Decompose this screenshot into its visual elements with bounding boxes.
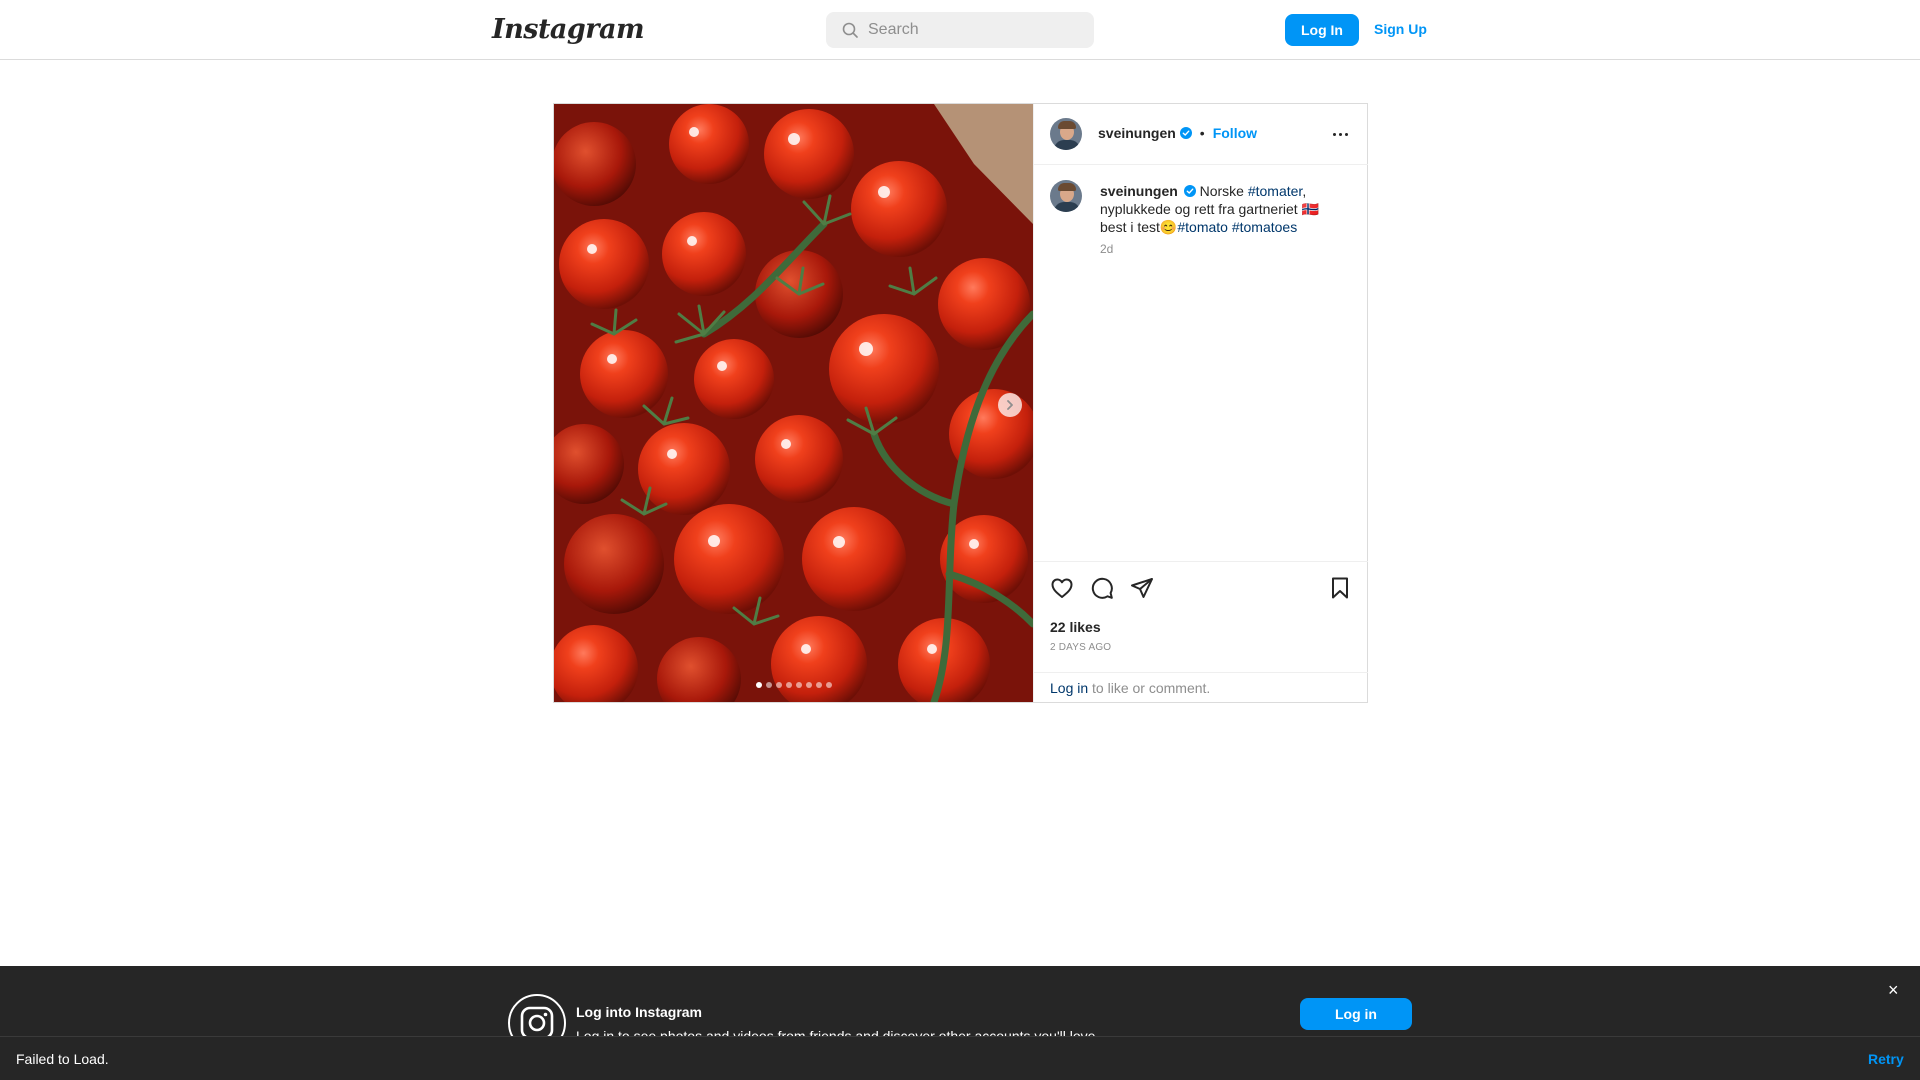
error-message: Failed to Load. — [16, 1051, 109, 1067]
share-icon[interactable] — [1130, 576, 1154, 600]
verified-badge-icon — [1179, 127, 1192, 139]
retry-button[interactable]: Retry — [1868, 1051, 1904, 1067]
hashtag-link[interactable]: #tomatoes — [1232, 219, 1297, 235]
carousel-dot — [776, 682, 782, 688]
comment-prompt-text: to like or comment. — [1088, 680, 1211, 696]
comment-icon[interactable] — [1090, 576, 1114, 600]
heart-icon[interactable] — [1050, 576, 1074, 600]
separator-dot: • — [1199, 125, 1205, 141]
comment-login-prompt: Log in to like or comment. — [1034, 672, 1368, 703]
search-icon — [842, 22, 858, 38]
more-icon — [1332, 132, 1336, 136]
login-button[interactable]: Log In — [1285, 14, 1359, 46]
likes-count[interactable]: 22 likes — [1050, 619, 1101, 635]
carousel-indicator — [756, 682, 832, 688]
author-username[interactable]: sveinungen — [1098, 125, 1176, 141]
avatar[interactable] — [1050, 118, 1082, 150]
hashtag-link[interactable]: #tomato — [1177, 219, 1228, 235]
carousel-next-button[interactable] — [998, 393, 1022, 417]
close-icon[interactable]: × — [1888, 980, 1899, 1001]
carousel-dot — [826, 682, 832, 688]
error-snackbar: Failed to Load. Retry — [0, 1036, 1920, 1080]
carousel-dot — [766, 682, 772, 688]
instagram-logo[interactable]: Instagram — [492, 14, 645, 45]
tomatoes-photo — [554, 104, 1033, 702]
carousel-dot — [816, 682, 822, 688]
carousel-dot — [786, 682, 792, 688]
post-card: sveinungen • Follow sveinungen Norske #t… — [553, 103, 1368, 703]
post-date[interactable]: 2 DAYS AGO — [1050, 642, 1111, 653]
post-media[interactable] — [554, 104, 1033, 702]
caption-text: Norske — [1199, 183, 1244, 199]
hashtag-link[interactable]: #tomater — [1248, 183, 1302, 199]
post-caption: sveinungen Norske #tomater, nyplukkede o… — [1100, 182, 1340, 236]
more-options-button[interactable] — [1330, 124, 1350, 144]
banner-login-button[interactable]: Log in — [1300, 998, 1412, 1030]
verified-badge-icon — [1183, 185, 1196, 197]
caption-username[interactable]: sveinungen — [1100, 183, 1178, 199]
post-header: sveinungen • Follow — [1034, 104, 1368, 165]
search-input[interactable] — [868, 12, 1078, 48]
bookmark-icon[interactable] — [1328, 576, 1352, 600]
chevron-right-icon — [1007, 400, 1013, 410]
carousel-dot — [796, 682, 802, 688]
carousel-dot — [756, 682, 762, 688]
login-banner: Log into Instagram Log in to see photos … — [0, 966, 1920, 1052]
caption-timestamp[interactable]: 2d — [1100, 242, 1113, 256]
search-box[interactable] — [826, 12, 1094, 48]
caption-avatar[interactable] — [1050, 180, 1082, 212]
follow-button[interactable]: Follow — [1213, 125, 1257, 141]
post-sidebar: sveinungen • Follow sveinungen Norske #t… — [1033, 104, 1368, 702]
post-actions: 22 likes 2 DAYS AGO Log in to like or co… — [1034, 561, 1368, 702]
comment-login-link[interactable]: Log in — [1050, 680, 1088, 696]
banner-title: Log into Instagram — [576, 1004, 702, 1020]
top-navigation-bar: Instagram Log In Sign Up — [0, 0, 1920, 60]
carousel-dot — [806, 682, 812, 688]
signup-link[interactable]: Sign Up — [1374, 21, 1427, 37]
post-author: sveinungen • Follow — [1098, 125, 1257, 141]
